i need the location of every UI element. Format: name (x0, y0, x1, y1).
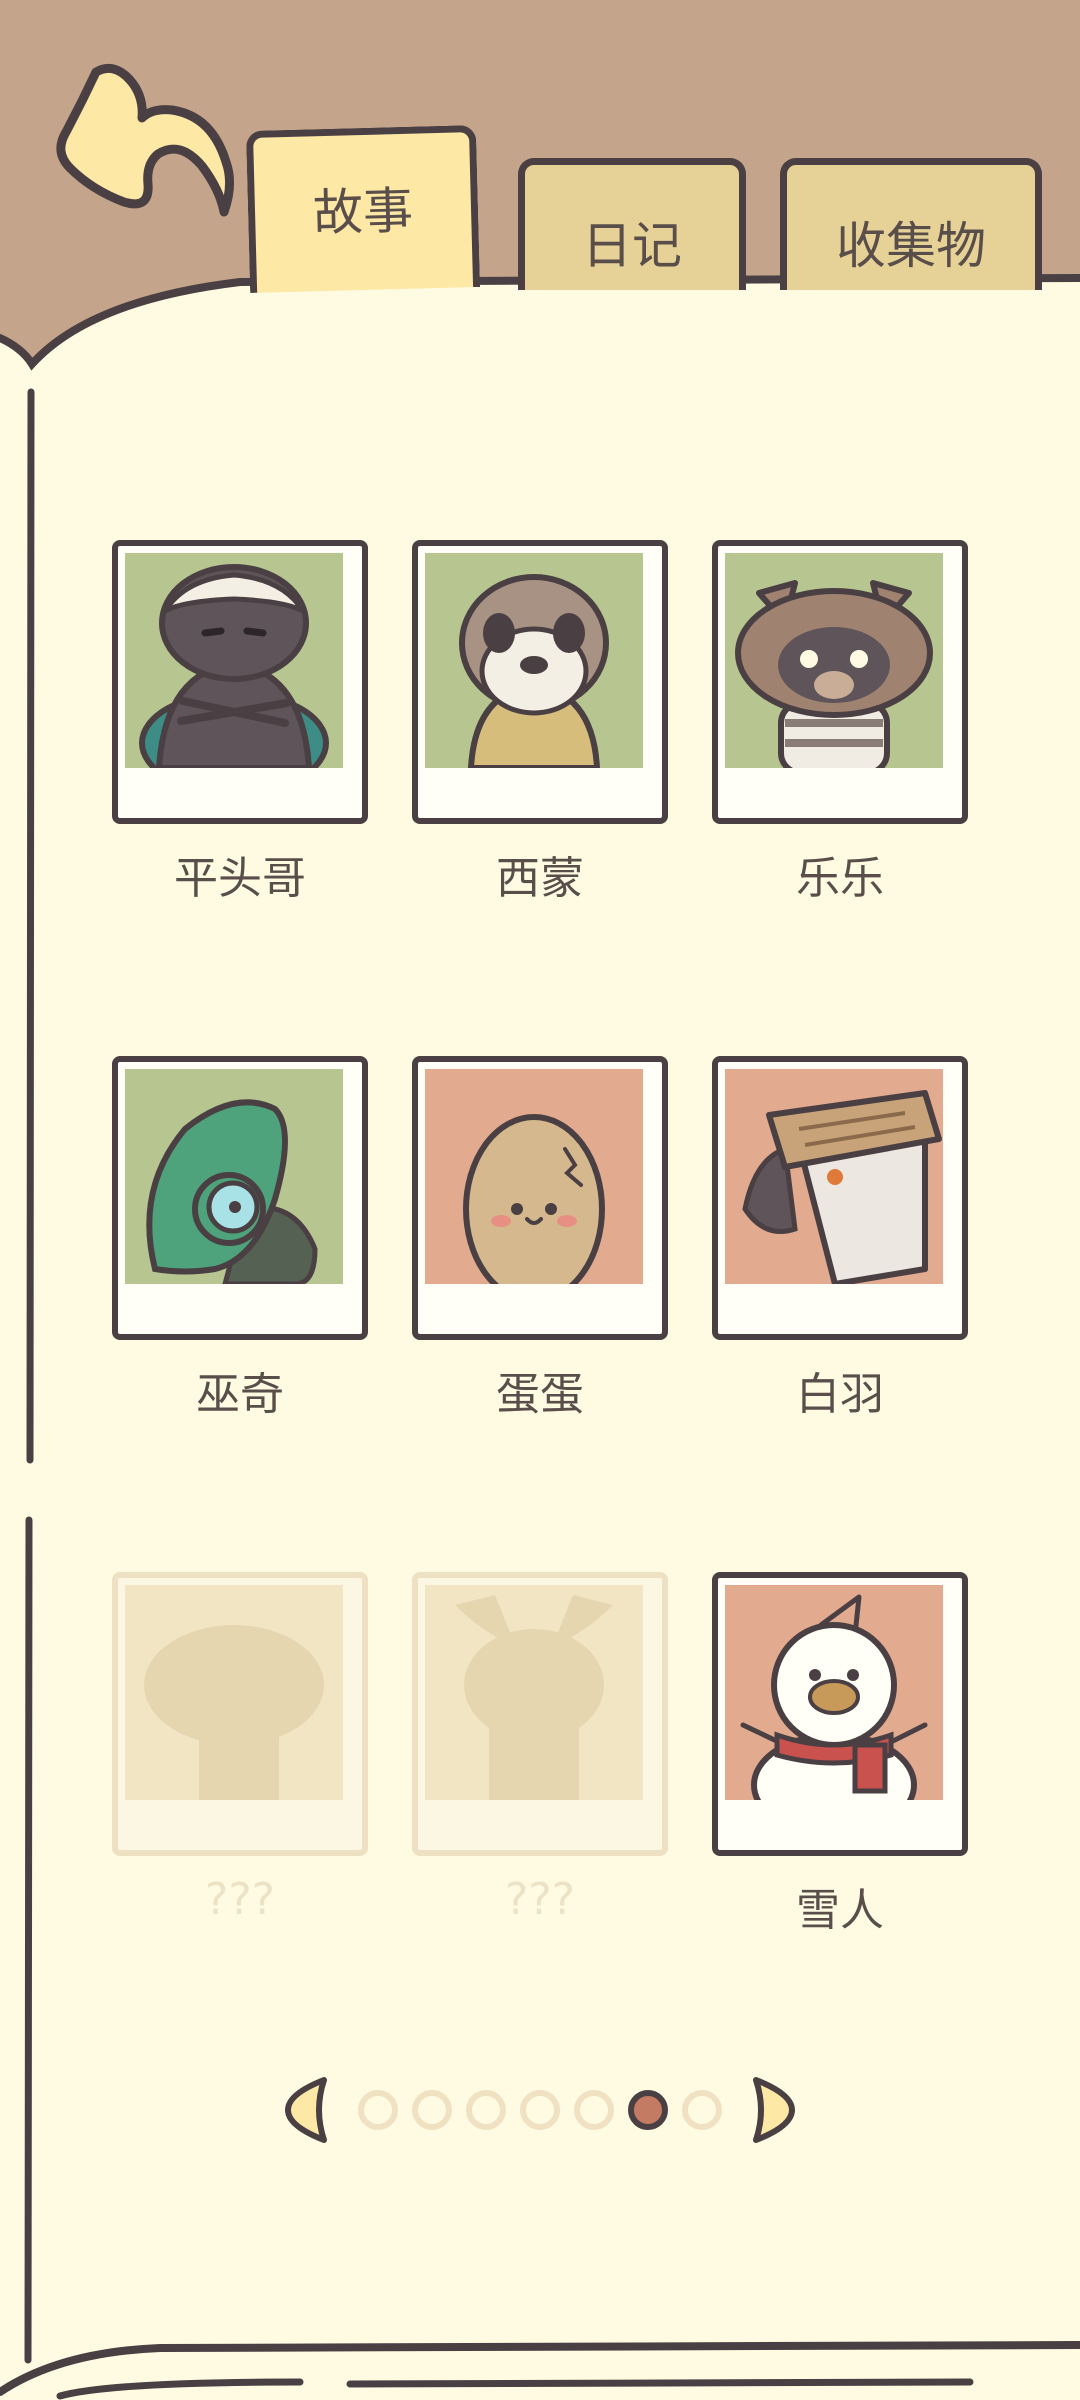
character-card-egg[interactable]: 蛋蛋 (412, 1056, 668, 1420)
page-dot-5[interactable] (574, 2090, 614, 2130)
character-name: 蛋蛋 (496, 1369, 584, 1420)
character-name: 巫奇 (196, 1369, 284, 1420)
character-name: 乐乐 (796, 853, 884, 904)
egg-icon (425, 1069, 643, 1284)
page-dot-3[interactable] (466, 2090, 506, 2130)
character-name: ??? (204, 1874, 276, 1925)
character-card-chameleon[interactable]: 巫奇 (112, 1056, 368, 1420)
character-name: 西蒙 (496, 853, 584, 904)
raccoon-icon (725, 553, 943, 768)
character-name: 雪人 (796, 1885, 884, 1936)
prev-page-arrow-icon[interactable] (284, 2074, 330, 2146)
character-name: 平头哥 (174, 853, 306, 904)
snowman-icon (725, 1585, 943, 1800)
chameleon-icon (125, 1069, 343, 1284)
character-card-snowman[interactable]: 雪人 (712, 1572, 968, 1936)
locked-moose-silhouette-icon (425, 1585, 643, 1800)
character-card-locked[interactable]: ??? (412, 1572, 668, 1925)
tab-story[interactable]: 故事 (245, 125, 481, 293)
next-page-arrow-icon[interactable] (750, 2074, 796, 2146)
character-card-bird[interactable]: 白羽 (712, 1056, 968, 1420)
character-name: ??? (504, 1874, 576, 1925)
locked-silhouette-icon (125, 1585, 343, 1800)
character-card-badger[interactable]: 平头哥 (112, 540, 368, 904)
page-dot-4[interactable] (520, 2090, 560, 2130)
page-dot-1[interactable] (358, 2090, 398, 2130)
tab-diary[interactable]: 日记 (518, 158, 746, 290)
tab-collection[interactable]: 收集物 (780, 158, 1042, 290)
character-card-raccoon[interactable]: 乐乐 (712, 540, 968, 904)
character-name: 白羽 (796, 1369, 884, 1420)
back-arrow-icon[interactable] (52, 56, 240, 234)
meerkat-icon (425, 553, 643, 768)
page-dot-7[interactable] (682, 2090, 722, 2130)
page-dot-6-current[interactable] (628, 2090, 668, 2130)
bird-with-hat-icon (725, 1069, 943, 1284)
character-card-locked[interactable]: ??? (112, 1572, 368, 1925)
honey-badger-icon (125, 553, 343, 768)
page-dot-2[interactable] (412, 2090, 452, 2130)
character-card-meerkat[interactable]: 西蒙 (412, 540, 668, 904)
